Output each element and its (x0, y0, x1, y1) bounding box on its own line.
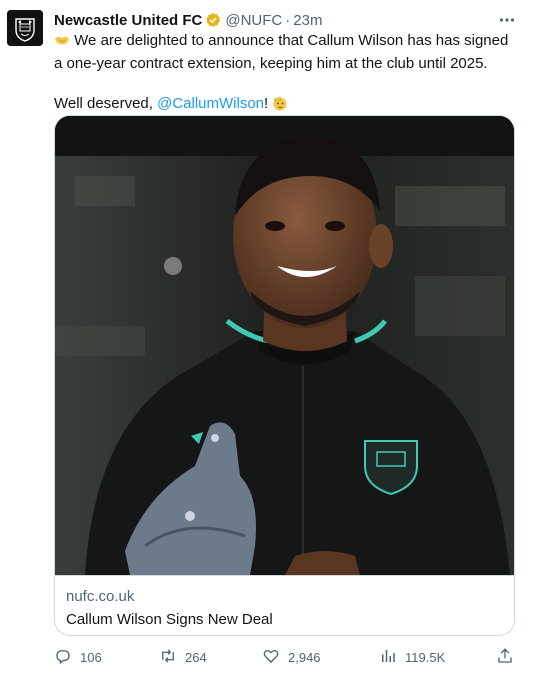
tweet-paragraph-1: We are delighted to announce that Callum… (54, 31, 516, 74)
like-button[interactable]: 2,946 (262, 647, 321, 667)
tweet-header: Newcastle United FC @NUFC · 23m (54, 10, 493, 30)
link-card[interactable]: nufc.co.uk Callum Wilson Signs New Deal (54, 115, 515, 636)
share-icon (496, 647, 522, 668)
saluting-face-emoji-icon (272, 95, 288, 117)
reply-button[interactable]: 106 (54, 647, 102, 667)
like-count: 2,946 (288, 649, 321, 665)
card-meta[interactable]: nufc.co.uk Callum Wilson Signs New Deal (55, 575, 514, 635)
repost-icon (159, 647, 185, 668)
share-button[interactable] (496, 647, 522, 667)
avatar[interactable] (7, 10, 43, 46)
tweet-text: We are delighted to announce that Callum… (54, 31, 516, 117)
action-bar: 106 264 2,946 119.5K (54, 647, 516, 667)
tweet-paragraph-2: Well deserved, @CallumWilson! (54, 94, 516, 117)
more-options-icon[interactable] (497, 10, 517, 30)
author-name[interactable]: Newcastle United FC (54, 12, 202, 29)
tweet-line-1: We are delighted to announce that Callum… (54, 32, 509, 72)
player-photo-illustration (55, 116, 514, 575)
author-handle[interactable]: @NUFC (225, 12, 282, 29)
handshake-emoji-icon (54, 32, 70, 54)
card-domain: nufc.co.uk (66, 588, 135, 605)
card-image[interactable] (55, 116, 514, 575)
heart-icon (262, 647, 288, 668)
tweet-timestamp[interactable]: 23m (293, 12, 322, 29)
tweet[interactable]: Newcastle United FC @NUFC · 23m We are d… (0, 0, 533, 675)
reply-count: 106 (80, 649, 102, 665)
views-count: 119.5K (405, 649, 446, 665)
views-button[interactable]: 119.5K (379, 647, 445, 667)
reply-icon (54, 647, 80, 668)
nufc-crest-logo (7, 10, 43, 46)
repost-count: 264 (185, 649, 207, 665)
tweet-line-2-prefix: Well deserved, (54, 95, 158, 112)
mention-link[interactable]: @CallumWilson (157, 95, 264, 112)
views-icon (379, 647, 405, 668)
repost-button[interactable]: 264 (159, 647, 207, 667)
verified-badge-icon[interactable] (205, 12, 221, 28)
card-title: Callum Wilson Signs New Deal (66, 611, 273, 628)
tweet-line-2-suffix: ! (264, 95, 269, 112)
separator-dot: · (285, 11, 291, 29)
